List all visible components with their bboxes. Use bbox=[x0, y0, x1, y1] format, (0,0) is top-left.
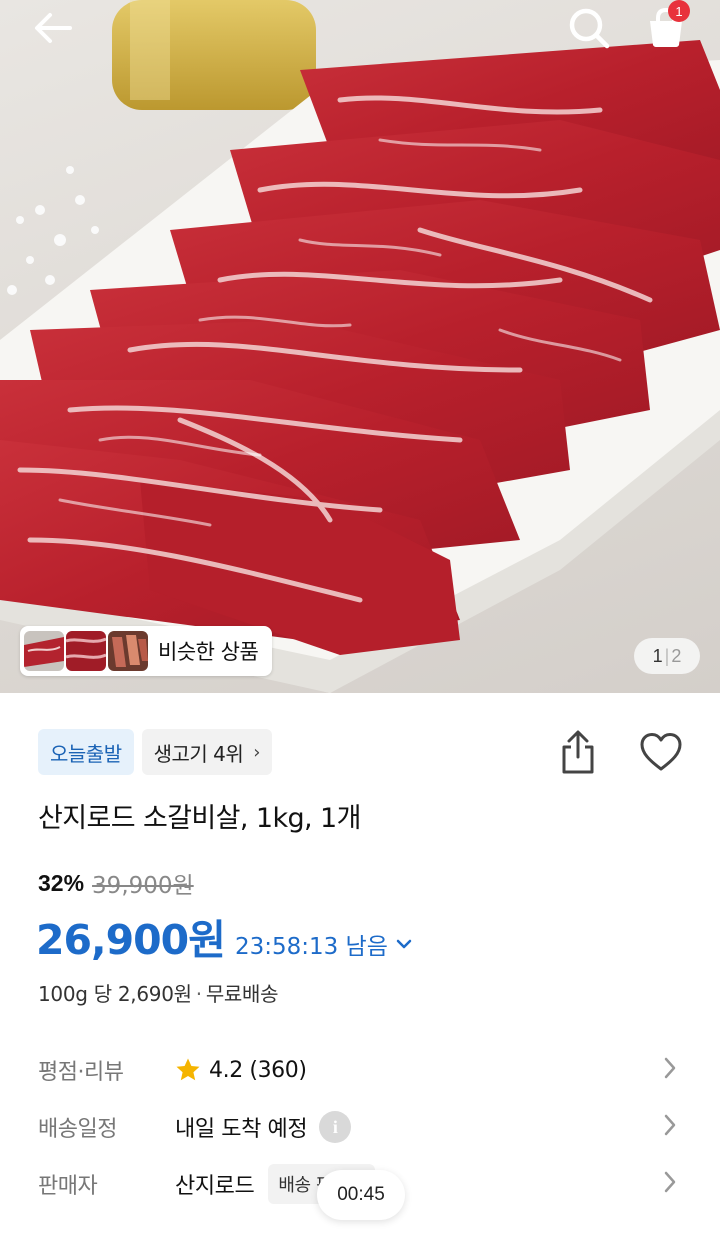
price-row: 26,900원 23:58:13 남음 bbox=[36, 906, 412, 966]
star-icon bbox=[176, 1058, 200, 1081]
rating-review-row[interactable]: 평점·리뷰 4.2 (360) bbox=[38, 1047, 698, 1093]
total-pages: 2 bbox=[671, 645, 682, 666]
similar-thumbnail bbox=[108, 631, 148, 671]
discount-row: 32% 39,900원 bbox=[38, 866, 194, 900]
share-button[interactable] bbox=[554, 724, 602, 780]
product-image[interactable]: 1 비슷한 상품 1 | 2 bbox=[0, 0, 720, 693]
product-title: 산지로드 소갈비살, 1kg, 1개 bbox=[38, 803, 361, 834]
search-button[interactable] bbox=[563, 4, 615, 52]
ranking-label: 생고기 4위 bbox=[153, 741, 244, 766]
arrow-left-icon bbox=[35, 13, 72, 43]
image-page-indicator: 1 | 2 bbox=[634, 638, 700, 674]
search-icon bbox=[569, 8, 610, 49]
similar-thumbnail bbox=[66, 631, 106, 671]
seller-label: 판매자 bbox=[38, 1174, 98, 1199]
rating-value: 4.2 (360) bbox=[209, 1057, 307, 1083]
wishlist-button[interactable] bbox=[634, 724, 688, 780]
separator-dot: · bbox=[195, 982, 202, 1006]
delivery-schedule-row[interactable]: 배송일정 내일 도착 예정 i bbox=[38, 1104, 698, 1150]
chevron-right-icon bbox=[664, 1057, 676, 1079]
unit-price-row: 100g 당 2,690원 · 무료배송 bbox=[38, 978, 279, 1007]
unit-price: 100g 당 2,690원 bbox=[38, 982, 192, 1006]
delivery-value-group: 내일 도착 예정 i bbox=[175, 1111, 352, 1143]
similar-thumbnail bbox=[24, 631, 64, 671]
chevron-down-icon bbox=[396, 939, 412, 949]
chevron-right-icon bbox=[664, 1171, 676, 1193]
current-page: 1 bbox=[652, 645, 663, 666]
similar-products-label: 비슷한 상품 bbox=[158, 640, 259, 664]
countdown-text: 23:58:13 남음 bbox=[234, 934, 388, 960]
sale-price: 26,900원 bbox=[36, 916, 226, 964]
beef-photo bbox=[0, 0, 720, 693]
info-icon[interactable]: i bbox=[319, 1111, 352, 1143]
delivery-value: 내일 도착 예정 bbox=[175, 1117, 308, 1142]
cart-button[interactable]: 1 bbox=[640, 0, 692, 52]
rating-value-group: 4.2 (360) bbox=[175, 1057, 307, 1083]
share-icon bbox=[562, 730, 594, 774]
rating-label: 평점·리뷰 bbox=[38, 1060, 124, 1085]
seller-name: 산지로드 bbox=[175, 1174, 255, 1199]
shipping-fee: 무료배송 bbox=[205, 982, 279, 1006]
badge-row: 오늘출발 생고기 4위 › bbox=[38, 729, 272, 775]
page-separator: | bbox=[664, 645, 670, 666]
original-price: 39,900원 bbox=[92, 873, 194, 899]
floating-timer[interactable]: 00:45 bbox=[317, 1170, 405, 1220]
chevron-right-icon: › bbox=[253, 741, 260, 763]
deal-countdown[interactable]: 23:58:13 남음 bbox=[235, 927, 412, 961]
discount-rate: 32% bbox=[38, 869, 85, 896]
category-ranking-badge[interactable]: 생고기 4위 › bbox=[141, 729, 272, 775]
chevron-right-icon bbox=[664, 1114, 676, 1136]
cart-count-badge: 1 bbox=[668, 0, 690, 22]
similar-products-button[interactable]: 비슷한 상품 bbox=[20, 626, 273, 676]
heart-icon bbox=[640, 733, 682, 771]
today-dispatch-badge: 오늘출발 bbox=[38, 729, 134, 775]
delivery-label: 배송일정 bbox=[38, 1117, 117, 1142]
back-button[interactable] bbox=[26, 4, 78, 52]
